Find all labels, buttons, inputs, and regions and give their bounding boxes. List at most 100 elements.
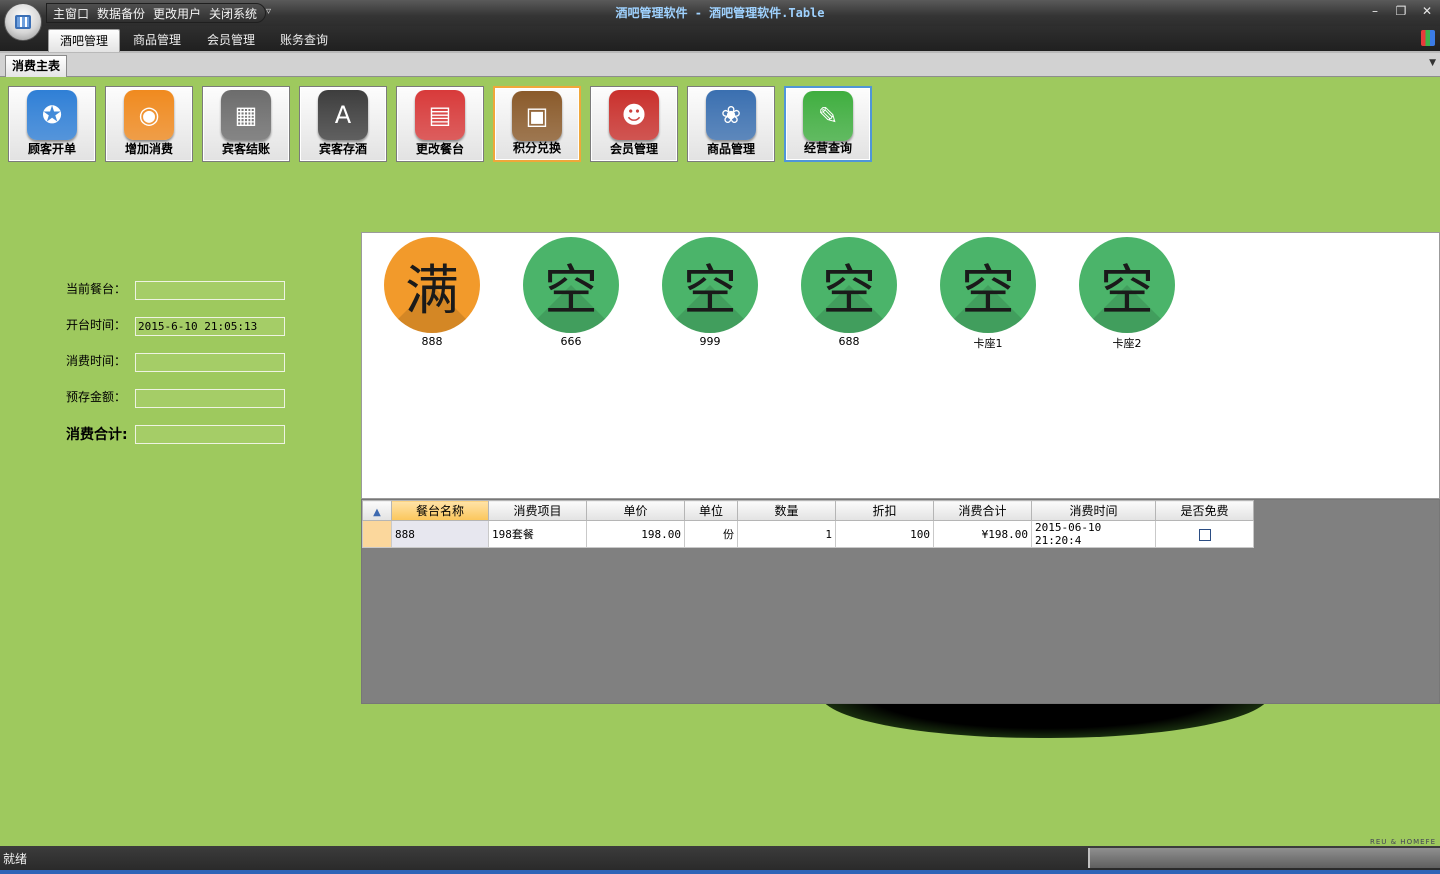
open-time-field[interactable]: 2015-6-10 21:05:13	[135, 317, 285, 336]
grid-cell[interactable]: 份	[684, 520, 738, 548]
table-status-text: 空	[544, 258, 598, 322]
table-status-badge: 空	[801, 237, 897, 333]
table-seat[interactable]: 空卡座1	[940, 237, 1036, 351]
table-seat[interactable]: 满 888	[384, 237, 480, 348]
row-header[interactable]	[362, 520, 392, 548]
table-seat[interactable]: 空 666	[523, 237, 619, 348]
current-table-label: 当前餐台：	[66, 282, 127, 296]
table-seat[interactable]: 空卡座2	[1079, 237, 1175, 351]
grid-cell[interactable]: 100	[835, 520, 934, 548]
toolbar-button-5[interactable]: ▣ 积分兑换	[493, 86, 581, 162]
deposit-label: 预存金额：	[66, 390, 127, 404]
close-button[interactable]: ✕	[1420, 4, 1434, 18]
grid-column-header[interactable]: 数量	[737, 500, 836, 521]
chevron-down-icon[interactable]: ▼	[1429, 58, 1436, 68]
table-status-text: 空	[822, 258, 876, 322]
tab-goods-management[interactable]: 商品管理	[122, 29, 192, 52]
table-row[interactable]: 888 198套餐 198.00 份 1 100 ¥198.00 2015-06-10 21:…	[362, 520, 1254, 548]
ribbon-tabs: 酒吧管理 商品管理 会员管理 账务查询	[0, 26, 1440, 53]
open-time-label: 开台时间：	[66, 318, 127, 332]
calendar-icon: ▤	[415, 90, 465, 140]
grid-pin-header[interactable]: ▲	[362, 500, 392, 521]
status-bar: 就绪	[0, 846, 1440, 870]
grid-cell[interactable]: 888	[391, 520, 489, 548]
tab-bar-management[interactable]: 酒吧管理	[48, 29, 121, 52]
window-title: 酒吧管理软件 - 酒吧管理软件.Table	[615, 6, 825, 20]
pin-icon: ▲	[373, 506, 381, 518]
grid-column-header[interactable]: 是否免费	[1155, 500, 1254, 521]
toolbar-button-label: 积分兑换	[512, 141, 561, 155]
deposit-field[interactable]	[135, 389, 285, 408]
window-controls: – ❐ ✕	[1368, 4, 1434, 18]
grid-cell[interactable]: 2015-06-10 21:20:4	[1031, 520, 1156, 548]
grid-cell[interactable]: 198套餐	[488, 520, 587, 548]
grid-column-header[interactable]: 单价	[586, 500, 685, 521]
toolbar-button-4[interactable]: ▤ 更改餐台	[396, 86, 484, 162]
grid-column-header[interactable]: 消费合计	[933, 500, 1032, 521]
table-seat[interactable]: 空 688	[801, 237, 897, 348]
doc-tab-consumption-main[interactable]: 消费主表	[5, 55, 68, 77]
toolbar-button-1[interactable]: ◉ 增加消费	[105, 86, 193, 162]
table-status-badge: 空	[662, 237, 758, 333]
application-menu-button[interactable]	[4, 3, 42, 41]
minimize-button[interactable]: –	[1368, 4, 1382, 18]
table-status-badge: 满	[384, 237, 480, 333]
photo-icon: ❀	[706, 90, 756, 140]
grid-cell[interactable]	[1155, 520, 1254, 548]
table-name: 688	[838, 335, 860, 348]
consumption-grid-panel: ▲ 餐台名称 消费项目 单价 单位 数量 折扣 消费合计 消费时间 是否免费 888 198套餐 1…	[361, 499, 1440, 704]
restore-button[interactable]: ❐	[1394, 4, 1408, 18]
toolbar-button-0[interactable]: ✪ 顾客开单	[8, 86, 96, 162]
toolbar-button-label: 更改餐台	[415, 142, 464, 156]
style-icon[interactable]	[1421, 30, 1435, 46]
table-status-text: 空	[1100, 258, 1154, 322]
calculator-icon: ▦	[221, 90, 271, 140]
current-table-field[interactable]	[135, 281, 285, 300]
brand-mark: REU & HOMEFE	[1369, 838, 1436, 846]
table-status-text: 空	[683, 258, 737, 322]
toolbar-button-8[interactable]: ✎ 经营查询	[784, 86, 872, 162]
toolbar-button-6[interactable]: ☻ 会员管理	[590, 86, 678, 162]
member-icon: ☻	[609, 90, 659, 140]
bottom-edge	[0, 870, 1440, 874]
toolbar-button-3[interactable]: A 宾客存酒	[299, 86, 387, 162]
app-menu-icon	[15, 15, 31, 29]
grid-cell[interactable]: 1	[737, 520, 836, 548]
consume-time-field[interactable]	[135, 353, 285, 372]
free-checkbox[interactable]	[1198, 528, 1211, 541]
toolbar-button-label: 宾客结账	[221, 142, 270, 156]
table-status-badge: 空	[1079, 237, 1175, 333]
toolbar-button-label: 顾客开单	[27, 142, 76, 156]
toolbar-button-label: 宾客存酒	[318, 142, 367, 156]
grid-column-header[interactable]: 单位	[684, 500, 738, 521]
tab-account-query[interactable]: 账务查询	[269, 29, 339, 52]
title-bar: 主窗口 数据备份 更改用户 关闭系统 ▿ 酒吧管理软件 - 酒吧管理软件.Tab…	[0, 0, 1440, 26]
total-label: 消费合计:	[66, 427, 128, 443]
table-name: 999	[699, 335, 721, 348]
grid-cell[interactable]: ¥198.00	[933, 520, 1032, 548]
table-status-badge: 空	[940, 237, 1036, 333]
toolbar-button-2[interactable]: ▦ 宾客结账	[202, 86, 290, 162]
grid-column-header[interactable]: 折扣	[835, 500, 934, 521]
ipod-icon: ◉	[124, 90, 174, 140]
toolbar-button-7[interactable]: ❀ 商品管理	[687, 86, 775, 162]
table-status-text: 满	[405, 258, 459, 322]
appstore-icon: A	[318, 90, 368, 140]
notes-icon: ✎	[803, 91, 853, 141]
total-field[interactable]	[135, 425, 285, 444]
grid-column-header[interactable]: 消费时间	[1031, 500, 1156, 521]
table-name: 888	[421, 335, 443, 348]
grid-column-header[interactable]: 餐台名称	[391, 500, 489, 521]
grid-column-header[interactable]: 消费项目	[488, 500, 587, 521]
toolbar-button-label: 会员管理	[609, 142, 658, 156]
toolbar-button-label: 经营查询	[803, 141, 852, 155]
grid-cell[interactable]: 198.00	[586, 520, 685, 548]
consumption-grid: ▲ 餐台名称 消费项目 单价 单位 数量 折扣 消费合计 消费时间 是否免费 888 198套餐 1…	[362, 500, 1254, 548]
table-status-text: 空	[961, 258, 1015, 322]
status-panel-right	[1088, 848, 1440, 868]
consume-time-label: 消费时间：	[66, 354, 127, 368]
table-seat[interactable]: 空 999	[662, 237, 758, 348]
tab-member-management[interactable]: 会员管理	[196, 29, 266, 52]
board-icon: ▣	[512, 91, 562, 141]
table-name: 卡座2	[1112, 337, 1142, 350]
